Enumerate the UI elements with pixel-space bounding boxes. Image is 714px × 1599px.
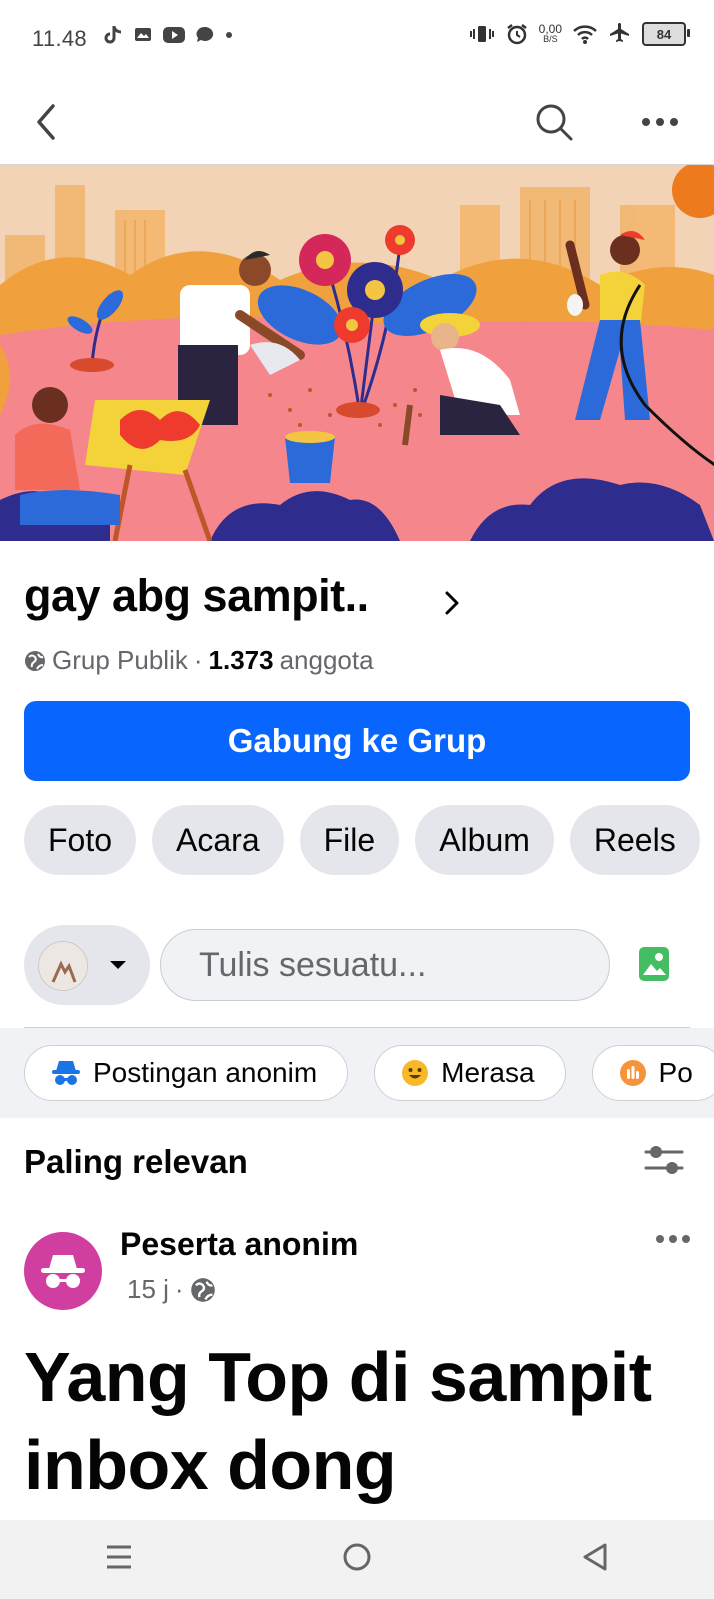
battery-level: 84: [656, 26, 672, 42]
more-options-button[interactable]: [636, 98, 684, 146]
group-cover-image[interactable]: [0, 165, 714, 541]
tab-acara[interactable]: Acara: [152, 805, 284, 875]
chevron-right-icon: [445, 591, 459, 615]
status-bar: 11.48 0,00 B/S 84: [0, 0, 714, 80]
status-time: 11.48: [32, 26, 87, 51]
feeling-button[interactable]: Merasa: [374, 1045, 566, 1101]
chat-icon: [196, 26, 214, 42]
photo-icon: [639, 947, 669, 981]
search-button[interactable]: [530, 98, 578, 146]
avatar: [38, 941, 88, 991]
back-button[interactable]: [22, 98, 70, 146]
feeling-label: Merasa: [441, 1057, 535, 1088]
profile-switcher[interactable]: [24, 925, 150, 1005]
group-name-chevron[interactable]: [444, 590, 460, 621]
anonymous-post-button[interactable]: Postingan anonim: [24, 1045, 349, 1101]
home-circle-icon: [343, 1543, 371, 1571]
post-options: Postingan anonim Merasa Po: [24, 1045, 714, 1101]
write-something-input[interactable]: Tulis sesuatu...: [160, 929, 610, 1001]
meta-separator: ·: [174, 1274, 184, 1304]
member-label: anggota: [279, 645, 374, 675]
back-arrow-icon: [37, 104, 55, 140]
group-tabs: Foto Acara File Album Reels: [24, 805, 700, 875]
group-privacy: Grup Publik: [52, 645, 188, 675]
tab-foto[interactable]: Foto: [24, 805, 137, 875]
chevron-down-icon: [110, 961, 126, 969]
net-speed: 0,00 B/S: [538, 22, 562, 44]
dot-icon: [226, 32, 232, 38]
join-group-button[interactable]: Gabung ke Grup: [24, 701, 690, 781]
vibrate-icon: [469, 26, 494, 42]
tab-file[interactable]: File: [299, 805, 400, 875]
post-time[interactable]: 15 j: [127, 1274, 169, 1305]
airplane-icon: [610, 23, 629, 42]
system-back-button[interactable]: [581, 1542, 609, 1577]
tab-album[interactable]: Album: [415, 805, 554, 875]
wifi-icon: [573, 25, 597, 44]
home-button[interactable]: [342, 1542, 372, 1577]
filter-sliders-icon: [644, 1146, 684, 1174]
post-options-strip: Postingan anonim Merasa Po: [0, 1028, 714, 1118]
battery-indicator: 84: [642, 22, 690, 46]
post-composer: Tulis sesuatu...: [24, 925, 690, 1005]
anonymous-post-label: Postingan anonim: [93, 1057, 318, 1088]
incognito-icon: [41, 1255, 85, 1288]
add-photo-button[interactable]: [638, 945, 670, 988]
net-speed-value: 0,00: [538, 22, 562, 36]
avatar-image: [39, 942, 87, 990]
group-name[interactable]: gay abg sampit..: [24, 570, 369, 622]
member-count: 1.373: [208, 645, 274, 675]
anonymous-member-avatar[interactable]: [24, 1232, 102, 1310]
youtube-icon: [163, 27, 185, 43]
search-icon: [536, 104, 573, 141]
alarm-icon: [506, 24, 527, 45]
group-meta: Grup Publik · 1.373 anggota: [24, 645, 374, 676]
gallery-notification-icon: [135, 28, 151, 41]
more-dots-icon: [656, 1235, 690, 1243]
poll-label: Po: [658, 1057, 693, 1088]
menu-lines-icon: [106, 1545, 131, 1569]
poll-button[interactable]: Po: [591, 1045, 714, 1101]
system-icons: 0,00 B/S 84: [469, 22, 690, 46]
globe-icon: [190, 1277, 215, 1302]
top-navigation: [0, 80, 714, 165]
notification-icons: [102, 24, 234, 46]
sort-label: Paling relevan: [24, 1143, 248, 1180]
back-triangle-icon: [583, 1543, 607, 1571]
cover-illustration: [0, 165, 714, 541]
sort-filter-button[interactable]: [644, 1143, 684, 1182]
post-text: Yang Top di sampit inbox dong: [24, 1338, 652, 1504]
smile-icon: [402, 1060, 429, 1086]
globe-icon: [25, 650, 45, 671]
meta-separator: ·: [193, 645, 203, 675]
post-meta: 15 j ·: [127, 1274, 216, 1305]
tab-reels[interactable]: Reels: [569, 805, 700, 875]
anonymous-icon: [52, 1061, 80, 1085]
recent-apps-button[interactable]: [105, 1544, 133, 1575]
post-more-button[interactable]: [654, 1232, 692, 1250]
system-navigation-bar: [0, 1520, 714, 1599]
poll-icon: [619, 1060, 646, 1086]
tiktok-icon: [104, 26, 122, 44]
post-author[interactable]: Peserta anonim: [120, 1226, 358, 1263]
more-dots-icon: [642, 118, 678, 126]
